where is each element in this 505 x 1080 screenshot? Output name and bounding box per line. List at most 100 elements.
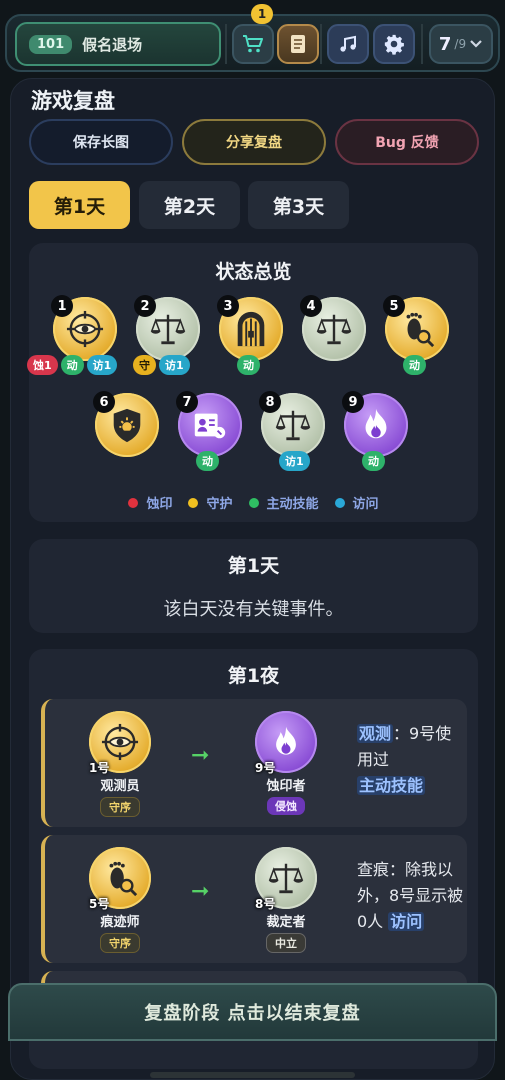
faction-tag: 守序 xyxy=(100,933,140,953)
player-status-7[interactable]: 7动 xyxy=(176,391,242,471)
player-number-label: 8号 xyxy=(255,897,276,911)
legend-label: 访问 xyxy=(352,497,379,512)
player-name: 假名退场 xyxy=(82,35,143,54)
player-profile-button[interactable]: 101 假名退场 xyxy=(15,22,221,66)
share-review-button[interactable]: 分享复盘 xyxy=(182,119,326,165)
tab-day-2[interactable]: 第2天 xyxy=(139,181,240,229)
divider xyxy=(320,24,322,64)
legend-item: 主动技能 xyxy=(248,493,319,512)
player-status-6[interactable]: 6 xyxy=(93,391,159,457)
status-tag: 蚀1 xyxy=(27,355,58,375)
page-title: 游戏复盘 xyxy=(31,89,115,113)
divider xyxy=(225,24,227,64)
footprint-search-icon xyxy=(109,861,138,897)
notebook-icon xyxy=(291,35,305,53)
player-status-2[interactable]: 2 守访1 xyxy=(133,295,200,375)
save-image-button[interactable]: 保存长图 xyxy=(29,119,173,165)
status-tags: 动 xyxy=(362,451,385,471)
legend-dot xyxy=(188,497,199,508)
player-number: 4 xyxy=(300,295,322,317)
faction-tag: 侵蚀 xyxy=(267,797,305,815)
status-tags: 蚀1 动访1 xyxy=(27,355,118,375)
player-number: 7 xyxy=(176,391,198,413)
settings-button[interactable] xyxy=(373,24,415,64)
player-number: 3 xyxy=(217,295,239,317)
cart-count-badge: 1 xyxy=(251,4,273,24)
day-title: 第1天 xyxy=(227,555,280,577)
notes-button[interactable] xyxy=(277,24,319,64)
highlight-keyword: 观测 xyxy=(357,724,394,743)
home-indicator[interactable] xyxy=(150,1072,355,1078)
event-source-player: 5号 痕迹师 守序 xyxy=(75,847,165,953)
status-tags: 动 xyxy=(237,355,260,375)
event-target-player: 9号 蚀印者 侵蚀 xyxy=(241,711,331,815)
player-count-dropdown[interactable]: 7 /9 xyxy=(429,24,493,64)
scales-icon xyxy=(268,863,304,894)
highlight-keyword: 访问 xyxy=(388,912,425,931)
legend-dot xyxy=(128,497,139,508)
role-name: 裁定者 xyxy=(266,915,306,930)
player-id-badge: 101 xyxy=(29,34,73,54)
player-number: 6 xyxy=(93,391,115,413)
shield-sun-icon xyxy=(113,408,141,443)
player-status-4[interactable]: 4 xyxy=(300,295,366,361)
player-status-3[interactable]: 3动 xyxy=(217,295,283,375)
player-status-9[interactable]: 9动 xyxy=(342,391,408,471)
legend-label: 守护 xyxy=(206,497,233,512)
counter-value: 7 xyxy=(438,33,452,55)
player-number-label: 5号 xyxy=(89,897,110,911)
scales-icon xyxy=(275,410,311,441)
footprint-search-icon xyxy=(406,312,435,348)
role-name: 蚀印者 xyxy=(266,779,306,794)
status-tag: 动 xyxy=(362,451,385,471)
status-overview-title: 状态总览 xyxy=(215,261,292,283)
player-number-label: 1号 xyxy=(89,761,110,775)
shop-cart-button[interactable] xyxy=(232,24,274,64)
status-tags: 动 xyxy=(196,451,219,471)
id-card-icon xyxy=(194,413,226,439)
faction-tag: 守序 xyxy=(100,797,140,817)
legend-item: 守护 xyxy=(188,493,233,512)
faction-tag: 中立 xyxy=(266,933,306,953)
end-review-button[interactable]: 复盘阶段 点击以结束复盘 xyxy=(8,983,497,1041)
chevron-down-icon xyxy=(470,40,482,48)
flame-icon xyxy=(276,726,296,755)
role-name: 痕迹师 xyxy=(100,915,140,930)
day-message: 该白天没有关键事件。 xyxy=(163,599,344,620)
legend-label: 主动技能 xyxy=(266,497,319,512)
highlight-keyword: 主动技能 xyxy=(357,776,426,795)
counter-total: /9 xyxy=(454,37,467,51)
status-tag: 守 xyxy=(133,355,156,375)
status-tag: 访1 xyxy=(86,355,118,375)
event-target-player: 8号 裁定者 中立 xyxy=(241,847,331,953)
day-summary-card: 第1天 该白天没有关键事件。 xyxy=(29,539,478,633)
role-name: 观测员 xyxy=(100,779,140,794)
status-tag: 访1 xyxy=(279,451,310,471)
tab-day-3[interactable]: 第3天 xyxy=(248,181,349,229)
status-tag: 动 xyxy=(196,451,219,471)
player-status-1[interactable]: 1 蚀1 动访1 xyxy=(27,295,118,375)
legend-label: 蚀印 xyxy=(146,497,173,512)
divider xyxy=(421,24,423,64)
review-panel: 游戏复盘 保存长图 分享复盘 Bug 反馈 第1天 第2天 第3天 状态总览 1… xyxy=(10,78,495,1080)
music-button[interactable] xyxy=(327,24,369,64)
player-number: 9 xyxy=(342,391,364,413)
tab-day-1[interactable]: 第1天 xyxy=(29,181,130,229)
legend-dot xyxy=(334,497,345,508)
status-tag: 动 xyxy=(237,355,260,375)
status-overview-card: 状态总览 1 蚀1 动访1 2 守访1 3 动 4 5 动 6 7 动 8 访1 9 动 蚀印 守护 主动技能 … xyxy=(27,243,478,522)
gear-icon xyxy=(384,34,404,55)
eye-target-icon xyxy=(66,310,104,348)
event-description: 查痕：除我以外，8号显示被0人 访问 xyxy=(357,857,467,935)
player-status-5[interactable]: 5动 xyxy=(383,295,449,375)
bug-report-button[interactable]: Bug 反馈 xyxy=(335,119,479,165)
event-description: 观测 ：9号使用过 主动技能 xyxy=(357,721,467,799)
player-status-8[interactable]: 8 访1 xyxy=(259,391,325,471)
music-note-icon xyxy=(340,35,356,52)
arrow-right-icon: ➞ xyxy=(191,879,210,904)
eye-target-icon xyxy=(101,723,139,761)
legend-dot xyxy=(248,497,259,508)
status-tags: 守访1 xyxy=(133,355,190,375)
gate-icon xyxy=(237,311,265,347)
flame-icon xyxy=(365,408,387,439)
